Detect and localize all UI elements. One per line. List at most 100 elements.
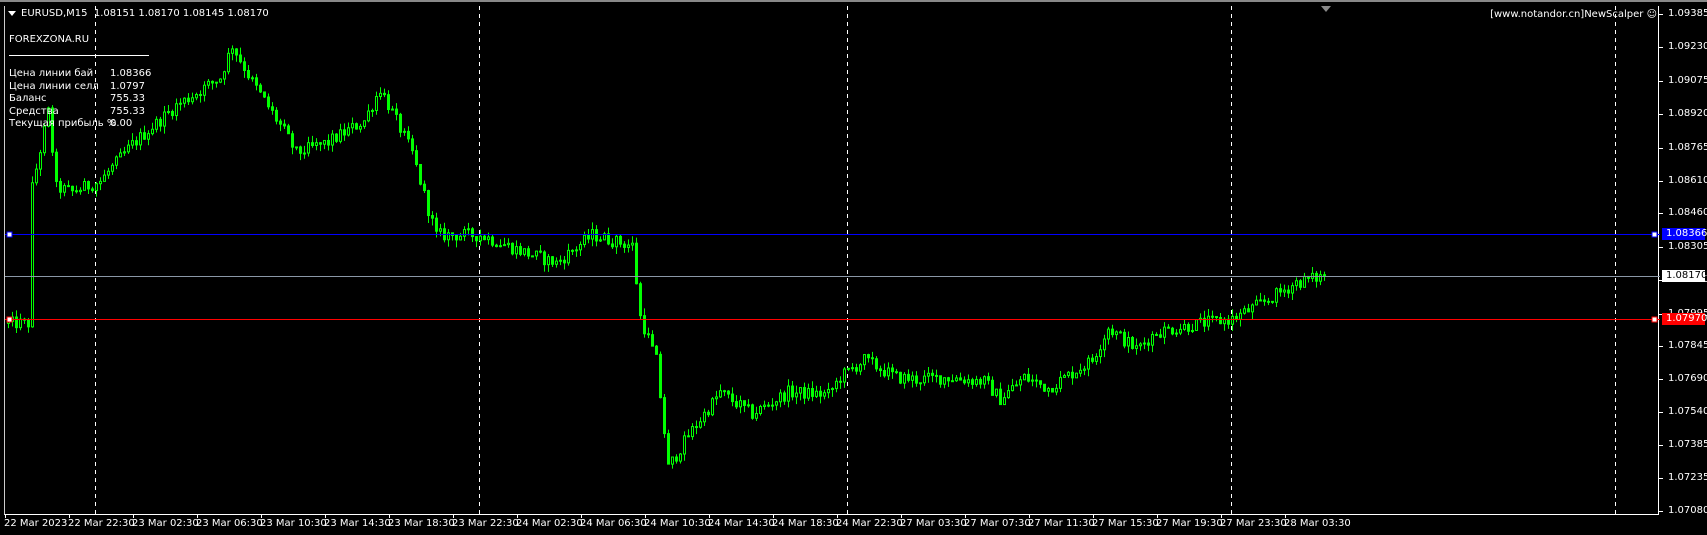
bull-candle bbox=[1183, 323, 1186, 330]
bear-candle bbox=[1051, 387, 1054, 393]
bull-candle bbox=[843, 368, 846, 383]
bear-candle bbox=[879, 368, 882, 372]
info-row-sell-line: Цена линии селл 1.0797 bbox=[9, 81, 149, 93]
bull-candle bbox=[943, 377, 946, 385]
bear-candle bbox=[475, 236, 478, 242]
bull-candle bbox=[83, 181, 86, 191]
bear-candle bbox=[571, 249, 574, 252]
time-tick-label: 22 Mar 2023 bbox=[4, 518, 68, 529]
bull-candle bbox=[195, 93, 198, 99]
price-tick bbox=[1659, 148, 1663, 149]
bear-candle bbox=[1111, 328, 1114, 336]
bear-candle bbox=[999, 388, 1002, 406]
bull-candle bbox=[583, 234, 586, 246]
bull-candle bbox=[147, 133, 150, 140]
bear-candle bbox=[1315, 272, 1318, 282]
bear-candle bbox=[15, 316, 18, 329]
bull-candle bbox=[779, 392, 782, 403]
bear-candle bbox=[407, 130, 410, 140]
chart-shift-marker-icon[interactable] bbox=[1321, 6, 1331, 12]
bear-candle bbox=[875, 358, 878, 370]
price-tick bbox=[1659, 478, 1663, 479]
bull-candle bbox=[1007, 390, 1010, 399]
bear-candle bbox=[987, 376, 990, 381]
bull-candle bbox=[1243, 308, 1246, 314]
bear-candle bbox=[731, 393, 734, 403]
bull-candle bbox=[1087, 357, 1090, 370]
bull-candle bbox=[139, 132, 142, 146]
bear-candle bbox=[415, 150, 418, 165]
bear-candle bbox=[27, 319, 30, 328]
bull-candle bbox=[1175, 332, 1178, 335]
bear-candle bbox=[327, 139, 330, 146]
chart-menu-triangle-icon[interactable] bbox=[8, 10, 16, 16]
bid-price-tag: 1.08170 bbox=[1662, 270, 1707, 282]
bull-candle bbox=[339, 129, 342, 142]
bear-candle bbox=[291, 133, 294, 148]
bear-candle bbox=[395, 108, 398, 115]
time-tick-label: 24 Mar 06:30 bbox=[580, 518, 647, 529]
time-tick-label: 24 Mar 10:30 bbox=[644, 518, 711, 529]
bull-candle bbox=[1283, 289, 1286, 293]
bear-candle bbox=[259, 84, 262, 93]
bull-candle bbox=[1319, 274, 1322, 282]
bull-candle bbox=[631, 242, 634, 246]
bull-candle bbox=[1231, 315, 1234, 325]
bear-candle bbox=[1167, 326, 1170, 329]
bear-candle bbox=[743, 400, 746, 406]
bull-candle bbox=[567, 249, 570, 264]
price-tick bbox=[1659, 114, 1663, 115]
bull-candle bbox=[131, 140, 134, 146]
bear-candle bbox=[399, 113, 402, 133]
bear-candle bbox=[471, 228, 474, 238]
bull-candle bbox=[1207, 315, 1210, 327]
bear-candle bbox=[511, 242, 514, 255]
expert-advisor-label[interactable]: [www.notandor.cn]NewScalper ☺ bbox=[1490, 9, 1657, 21]
bull-candle bbox=[1259, 299, 1262, 302]
info-value: 755.33 bbox=[110, 105, 145, 117]
bear-candle bbox=[687, 435, 690, 438]
bull-candle bbox=[671, 456, 674, 465]
bear-candle bbox=[607, 233, 610, 245]
bear-candle bbox=[735, 401, 738, 408]
time-tick-label: 24 Mar 18:30 bbox=[772, 518, 839, 529]
bear-candle bbox=[899, 371, 902, 384]
bear-candle bbox=[311, 142, 314, 146]
bear-candle bbox=[1043, 383, 1046, 392]
smiley-face-icon: ☺ bbox=[1646, 9, 1657, 20]
bull-candle bbox=[459, 235, 462, 241]
buy-line-handle-right bbox=[1651, 231, 1658, 238]
bear-candle bbox=[299, 146, 302, 154]
bear-candle bbox=[979, 378, 982, 385]
buy-line-handle-left bbox=[6, 231, 13, 238]
bull-candle bbox=[1059, 376, 1062, 389]
time-tick-label: 24 Mar 14:30 bbox=[708, 518, 775, 529]
bear-candle bbox=[947, 377, 950, 382]
bull-candle bbox=[99, 180, 102, 185]
bull-candle bbox=[1195, 319, 1198, 331]
bull-candle bbox=[1255, 299, 1258, 306]
bull-candle bbox=[1107, 328, 1110, 340]
bull-candle bbox=[715, 396, 718, 400]
bear-candle bbox=[171, 111, 174, 117]
bear-candle bbox=[695, 426, 698, 429]
bull-candle bbox=[79, 189, 82, 193]
bear-candle bbox=[383, 92, 386, 96]
bear-candle bbox=[1159, 334, 1162, 338]
bull-candle bbox=[1191, 329, 1194, 332]
bull-candle bbox=[1083, 368, 1086, 371]
bear-candle bbox=[907, 373, 910, 381]
bull-candle bbox=[95, 183, 98, 192]
bull-candle bbox=[203, 84, 206, 96]
bear-candle bbox=[1131, 336, 1134, 349]
bear-candle bbox=[563, 259, 566, 264]
bear-candle bbox=[1119, 331, 1122, 334]
bull-candle bbox=[759, 405, 762, 415]
chart-plot-area[interactable] bbox=[4, 6, 1660, 515]
bull-candle bbox=[995, 388, 998, 396]
bull-candle bbox=[903, 373, 906, 384]
bull-candle bbox=[119, 152, 122, 158]
bear-candle bbox=[435, 217, 438, 232]
bull-candle bbox=[575, 249, 578, 252]
bull-candle bbox=[215, 81, 218, 84]
